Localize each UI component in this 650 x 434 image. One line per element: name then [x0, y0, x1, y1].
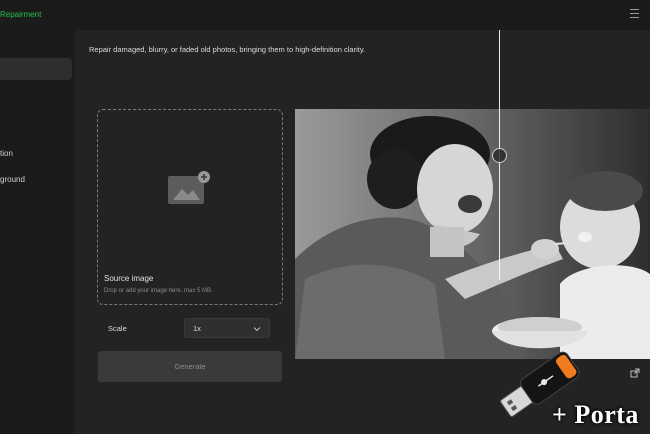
title-bar: Repairment: [0, 0, 650, 30]
preview-image: [295, 109, 650, 359]
hamburger-icon[interactable]: [630, 9, 639, 18]
portable-watermark-text: + Porta: [552, 400, 639, 429]
app-brand: Repairment: [0, 10, 42, 19]
compare-handle-icon[interactable]: [492, 148, 507, 163]
sidebar-item-restore[interactable]: [0, 58, 72, 80]
sidebar-item-tion[interactable]: tion: [0, 142, 72, 164]
feature-description: Repair damaged, blurry, or faded old pho…: [89, 45, 366, 54]
scale-label: Scale: [108, 324, 127, 333]
source-image-dropzone[interactable]: Source image Drop or add your image here…: [97, 109, 283, 305]
scale-value: 1x: [193, 324, 201, 333]
chevron-down-icon: [253, 327, 261, 332]
source-image-hint: Drop or add your image here, max 5 MB.: [104, 288, 213, 294]
add-image-icon: [168, 171, 210, 204]
sidebar: tion ground: [0, 30, 74, 434]
open-external-icon[interactable]: [630, 368, 640, 378]
sidebar-item-ground[interactable]: ground: [0, 168, 72, 190]
source-image-title: Source image: [104, 274, 154, 283]
scale-select[interactable]: 1x: [184, 318, 270, 338]
generate-button[interactable]: Generate: [98, 351, 282, 382]
sidebar-item-label: tion: [0, 149, 13, 158]
sidebar-item-label: ground: [0, 175, 25, 184]
preview-photo-illustration: [295, 109, 650, 359]
